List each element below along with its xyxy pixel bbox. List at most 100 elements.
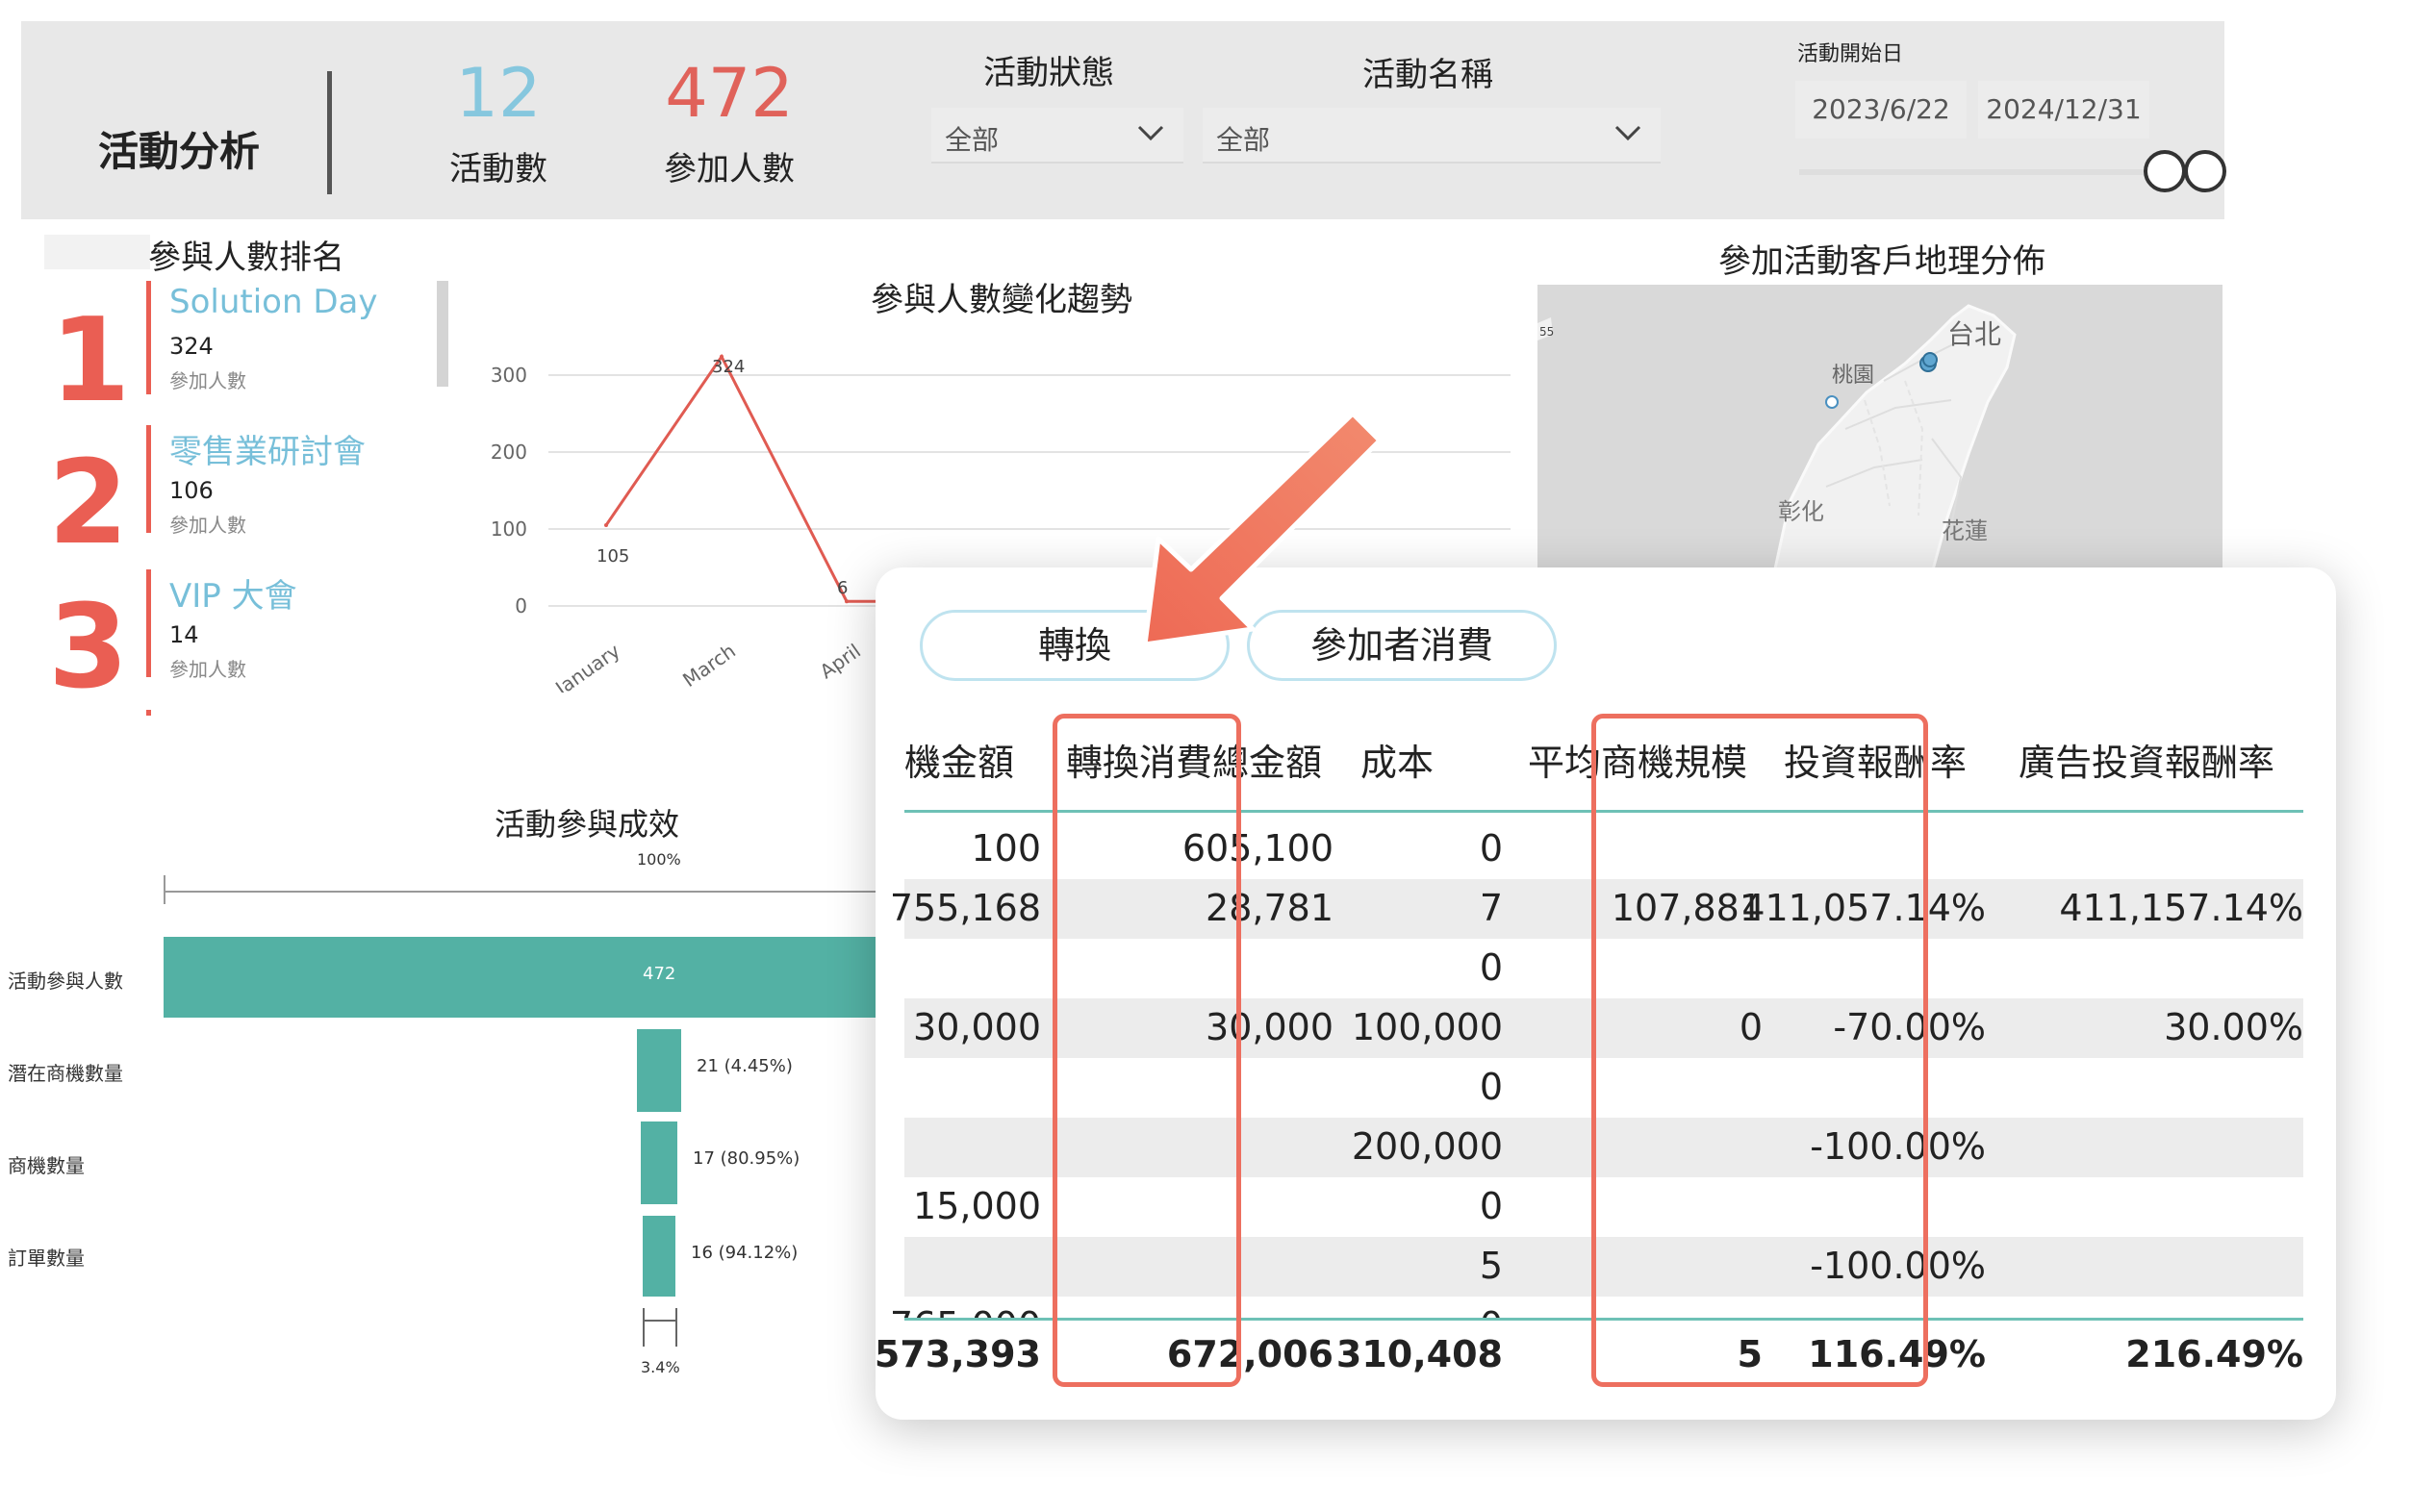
- rank-name-3: VIP 大會: [169, 577, 297, 616]
- rank-sub-2: 參加人數: [169, 514, 246, 537]
- funnel-bottom-axis-tick: [643, 1308, 645, 1347]
- map-land-shape: [1537, 304, 2017, 573]
- date-end-input[interactable]: 2024/12/31: [1978, 81, 2149, 139]
- highlight-box-roi: [1591, 714, 1928, 1387]
- funnel-bar-leads[interactable]: [637, 1029, 681, 1112]
- col-header-cost[interactable]: 成本: [1360, 733, 1434, 786]
- page-title: 活動分析: [98, 128, 261, 175]
- funnel-label-participants: 活動參與人數: [8, 970, 123, 993]
- map-label-changhua: 彰化: [1778, 498, 1824, 525]
- table-cell: 755,168: [889, 887, 1041, 929]
- total-cell: 310,408: [1335, 1333, 1503, 1375]
- date-start-input[interactable]: 2023/6/22: [1795, 81, 1967, 139]
- chevron-down-icon: [1137, 125, 1164, 141]
- rank-count-1: 324: [169, 333, 214, 360]
- callout-arrow-icon: [1142, 411, 1383, 647]
- funnel-label-opportunities: 商機數量: [8, 1154, 85, 1177]
- funnel-bottom-axis: [643, 1320, 677, 1322]
- date-slider-track[interactable]: [1799, 169, 2184, 175]
- kpi-participants: 472: [665, 54, 794, 133]
- status-dropdown[interactable]: 全部: [931, 108, 1183, 164]
- data-label: 105: [597, 546, 629, 567]
- series-line: [604, 353, 924, 603]
- y-tick-label: 300: [491, 364, 527, 387]
- date-slider-end-handle[interactable]: [2184, 150, 2226, 192]
- detail-popup-card: 轉換 參加者消費 機金額 轉換消費總金額 成本 平均商機規模 投資報酬率 廣告投…: [874, 567, 2336, 1420]
- status-dropdown-value: 全部: [945, 124, 1000, 156]
- rank-name-1: Solution Day: [169, 283, 378, 321]
- funnel-value-orders: 16 (94.12%): [691, 1243, 799, 1263]
- rank-count-3: 14: [169, 621, 199, 648]
- table-cell: 0: [1479, 827, 1503, 869]
- total-cell: 573,393: [874, 1333, 1041, 1375]
- funnel-bottom-axis-tick: [675, 1308, 677, 1347]
- funnel-value-opportunities: 17 (80.95%): [693, 1148, 800, 1169]
- table-cell: 100: [971, 827, 1041, 869]
- data-label: 324: [712, 357, 745, 377]
- rank-number-1: 1: [50, 294, 131, 428]
- data-label: 6: [837, 578, 848, 598]
- kpi-participants-label: 參加人數: [664, 150, 795, 189]
- map-title: 參加活動客戶地理分佈: [1718, 242, 2045, 281]
- name-dropdown-value: 全部: [1216, 124, 1271, 156]
- table-cell: 0: [1479, 1066, 1503, 1108]
- data-point: [604, 523, 608, 527]
- map-marker[interactable]: [1825, 395, 1839, 409]
- col-header-amount[interactable]: 機金額: [904, 733, 1014, 786]
- table-cell: 200,000: [1351, 1125, 1503, 1168]
- kpi-event-count-label: 活動數: [449, 150, 547, 189]
- taiwan-map[interactable]: 台北 桃園 彰化 花蓮 55: [1537, 285, 2222, 573]
- funnel-bottom-pct: 3.4%: [641, 1358, 680, 1376]
- table-cell: 765,000: [890, 1304, 1041, 1318]
- map-label-hualien: 花蓮: [1942, 517, 1988, 544]
- chevron-down-icon: [1614, 125, 1641, 141]
- name-filter-label: 活動名稱: [1362, 56, 1493, 94]
- rank-count-2: 106: [169, 477, 214, 504]
- highlight-box-conversion: [1053, 714, 1241, 1387]
- status-filter-label: 活動狀態: [983, 54, 1114, 92]
- table-cell: 0: [1480, 1304, 1503, 1318]
- rank-number-2: 2: [48, 437, 129, 570]
- table-cell: 30,000: [913, 1006, 1041, 1048]
- rank-accent-bar: [146, 710, 151, 716]
- data-point: [845, 599, 849, 604]
- rank-accent-bar: [146, 425, 151, 533]
- y-tick-label: 200: [491, 441, 527, 464]
- name-dropdown[interactable]: 全部: [1203, 108, 1661, 164]
- rank-accent-bar: [146, 569, 151, 677]
- table-cell: 30.00%: [2164, 1006, 2303, 1048]
- funnel-label-leads: 潛在商機數量: [8, 1062, 123, 1085]
- x-tick-label: March: [678, 639, 740, 692]
- table-cell: 0: [1479, 1185, 1503, 1227]
- ranking-title-bg: [44, 235, 150, 269]
- y-tick-label: 0: [515, 594, 527, 617]
- map-label-taipei: 台北: [1947, 318, 2002, 350]
- rank-sub-1: 參加人數: [169, 369, 246, 392]
- table-cell: 100,000: [1351, 1006, 1503, 1048]
- rank-number-3: 3: [48, 581, 129, 715]
- table-cell: 7: [1479, 887, 1503, 929]
- funnel-bar-opportunities[interactable]: [641, 1121, 677, 1204]
- ranking-scrollbar[interactable]: [437, 281, 448, 387]
- funnel-bar-participants[interactable]: [164, 937, 895, 1018]
- funnel-bar-orders[interactable]: [643, 1216, 675, 1297]
- col-header-roas[interactable]: 廣告投資報酬率: [2019, 733, 2274, 786]
- funnel-value-participants: 472: [643, 964, 676, 984]
- table-cell: 411,157.14%: [2059, 887, 2303, 929]
- funnel-title: 活動參與成效: [495, 806, 680, 843]
- table-cell: 0: [1479, 946, 1503, 989]
- date-slider-start-handle[interactable]: [2144, 150, 2186, 192]
- trend-chart-title: 參與人數變化趨勢: [871, 281, 1132, 319]
- ranking-title: 參與人數排名: [148, 239, 344, 277]
- date-filter-label: 活動開始日: [1797, 42, 1904, 66]
- x-tick-label: April: [816, 639, 865, 683]
- table-cell: 5: [1479, 1245, 1503, 1287]
- total-cell: 216.49%: [2125, 1333, 2303, 1375]
- rank-sub-3: 參加人數: [169, 658, 246, 681]
- x-tick-label: January: [549, 639, 624, 693]
- title-divider: [327, 71, 332, 194]
- rank-name-2: 零售業研討會: [169, 433, 366, 471]
- funnel-label-orders: 訂單數量: [8, 1247, 85, 1270]
- map-marker[interactable]: [1922, 352, 1938, 367]
- funnel-top-axis-tick: [164, 875, 165, 904]
